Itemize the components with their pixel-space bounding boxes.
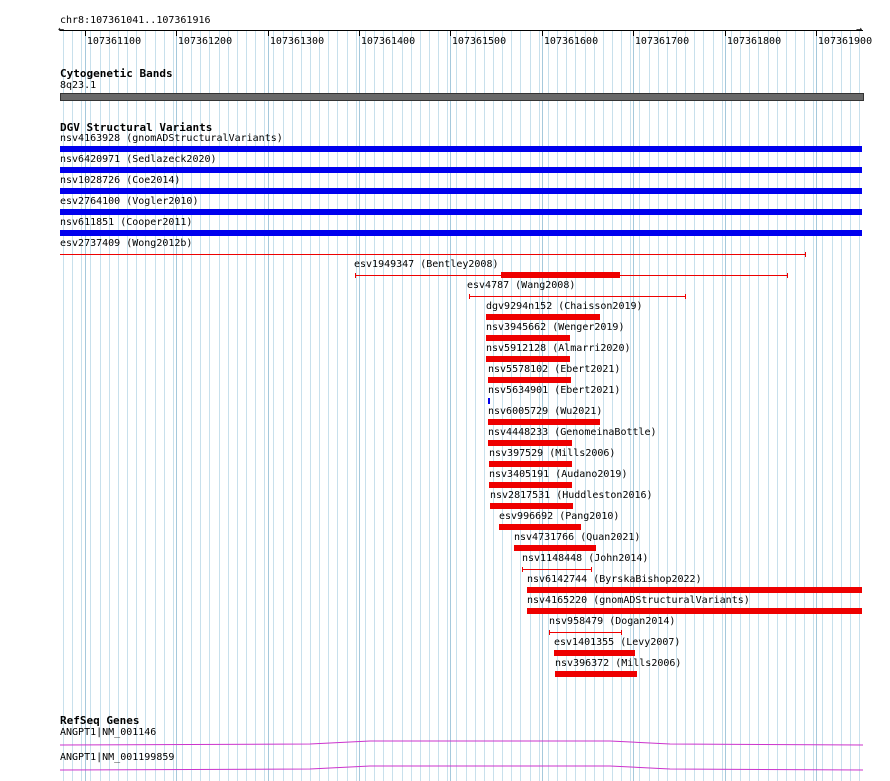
variant-label[interactable]: nsv5578102 (Ebert2021)	[488, 365, 620, 375]
gene-model[interactable]	[59, 762, 864, 774]
variant-cap	[621, 630, 622, 635]
variant-label[interactable]: nsv3945662 (Wenger2019)	[486, 323, 624, 333]
variant-bar[interactable]	[486, 335, 570, 341]
variant-bar[interactable]	[527, 587, 862, 593]
ruler-axis	[60, 30, 863, 31]
variant-bar[interactable]	[488, 398, 490, 404]
variant-bar[interactable]	[489, 461, 572, 467]
variant-bar[interactable]	[60, 230, 862, 236]
variant-cap	[522, 567, 523, 572]
variant-bar[interactable]	[527, 608, 862, 614]
variant-bar[interactable]	[60, 146, 862, 152]
variant-label[interactable]: nsv6420971 (Sedlazeck2020)	[60, 155, 217, 165]
ruler-tick	[542, 30, 543, 36]
ruler-tick	[633, 30, 634, 36]
variant-label[interactable]: nsv2817531 (Huddleston2016)	[490, 491, 653, 501]
variant-label[interactable]: nsv1028726 (Coe2014)	[60, 176, 180, 186]
variant-label[interactable]: nsv396372 (Mills2006)	[555, 659, 681, 669]
variant-label[interactable]: esv1401355 (Levy2007)	[554, 638, 680, 648]
ruler-grid-lines	[63, 30, 860, 781]
ruler-tick	[359, 30, 360, 36]
variant-label[interactable]: esv4787 (Wang2008)	[467, 281, 575, 291]
ruler-tick	[268, 30, 269, 36]
variant-bar[interactable]	[60, 188, 862, 194]
variant-line[interactable]	[549, 632, 622, 633]
variant-label[interactable]: nsv3405191 (Audano2019)	[489, 470, 627, 480]
cytoband-label: 8q23.1	[60, 80, 97, 91]
variant-label[interactable]: nsv397529 (Mills2006)	[489, 449, 615, 459]
variant-bar[interactable]	[488, 440, 572, 446]
variant-label[interactable]: nsv6005729 (Wu2021)	[488, 407, 602, 417]
ruler-tick	[816, 30, 817, 36]
ruler-tick-label: 107361100	[86, 36, 142, 47]
variant-cap	[591, 567, 592, 572]
variant-label[interactable]: nsv4731766 (Quan2021)	[514, 533, 640, 543]
variant-bar[interactable]	[60, 167, 862, 173]
ruler-tick-label: 107361800	[726, 36, 782, 47]
variant-line[interactable]	[522, 569, 592, 570]
variant-label[interactable]: nsv1148448 (John2014)	[522, 554, 648, 564]
variant-bar[interactable]	[501, 272, 620, 278]
variant-label[interactable]: nsv5912128 (Almarri2020)	[486, 344, 631, 354]
variant-label[interactable]: esv1949347 (Bentley2008)	[354, 260, 499, 270]
ruler-tick-label: 107361600	[543, 36, 599, 47]
refseq-track-title: RefSeq Genes	[60, 714, 140, 727]
variant-label[interactable]: nsv611851 (Cooper2011)	[60, 218, 192, 228]
ruler-tick-label: 107361700	[634, 36, 690, 47]
ruler-tick	[85, 30, 86, 36]
variant-line[interactable]	[469, 296, 686, 297]
variant-bar[interactable]	[554, 650, 635, 656]
variant-bar[interactable]	[489, 482, 572, 488]
ruler-tick	[725, 30, 726, 36]
ruler-tick-label: 107361300	[269, 36, 325, 47]
ruler-tick-label: 107361400	[360, 36, 416, 47]
variant-bar[interactable]	[486, 314, 600, 320]
cytoband-track-title: Cytogenetic Bands	[60, 67, 173, 80]
variant-cap	[787, 273, 788, 278]
variant-label[interactable]: nsv4165220 (gnomADStructuralVariants)	[527, 596, 750, 606]
variant-label[interactable]: nsv4163928 (gnomADStructuralVariants)	[60, 134, 283, 144]
variant-bar[interactable]	[514, 545, 596, 551]
variant-label[interactable]: nsv5634901 (Ebert2021)	[488, 386, 620, 396]
ruler-tick-label: 107361200	[177, 36, 233, 47]
variant-cap	[805, 252, 806, 257]
variant-label[interactable]: esv2764100 (Vogler2010)	[60, 197, 198, 207]
cytoband-bar[interactable]	[60, 93, 864, 101]
variant-bar[interactable]	[488, 419, 600, 425]
variant-label[interactable]: esv2737409 (Wong2012b)	[60, 239, 192, 249]
variant-cap	[549, 630, 550, 635]
variant-cap	[685, 294, 686, 299]
variant-bar[interactable]	[486, 356, 570, 362]
variant-bar[interactable]	[490, 503, 573, 509]
variant-cap	[355, 273, 356, 278]
location-label: chr8:107361041..107361916	[60, 15, 211, 26]
variant-label[interactable]: dgv9294n152 (Chaisson2019)	[486, 302, 643, 312]
ruler-tick-label: 107361900	[817, 36, 873, 47]
variant-cap	[469, 294, 470, 299]
ruler-tick	[176, 30, 177, 36]
variant-label[interactable]: nsv958479 (Dogan2014)	[549, 617, 675, 627]
variant-label[interactable]: nsv4448233 (GenomeinaBottle)	[488, 428, 657, 438]
variant-bar[interactable]	[555, 671, 637, 677]
variant-bar[interactable]	[60, 209, 862, 215]
ruler-tick	[450, 30, 451, 36]
variant-bar[interactable]	[499, 524, 581, 530]
variant-label[interactable]: nsv6142744 (ByrskaBishop2022)	[527, 575, 702, 585]
ruler-tick-label: 107361500	[451, 36, 507, 47]
variant-label[interactable]: esv996692 (Pang2010)	[499, 512, 619, 522]
gene-model[interactable]	[59, 737, 864, 749]
variant-bar[interactable]	[488, 377, 571, 383]
variant-line[interactable]	[60, 254, 806, 255]
